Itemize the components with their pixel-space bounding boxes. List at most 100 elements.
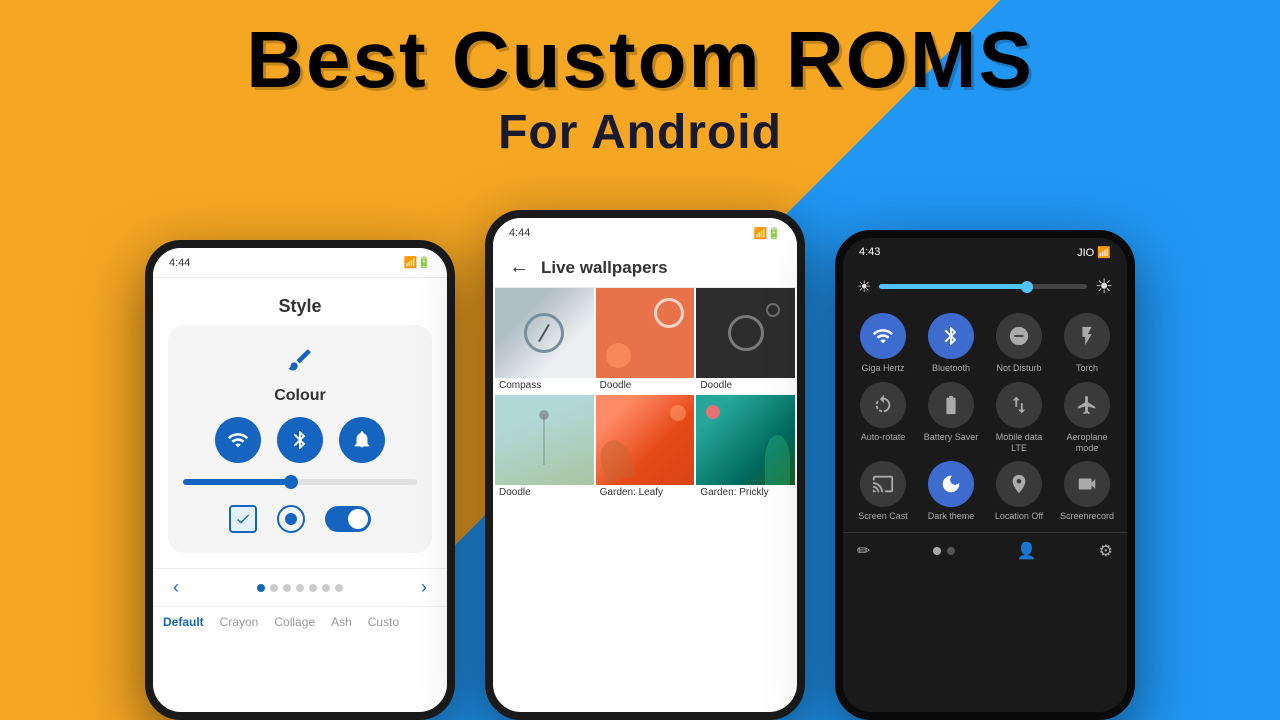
tile-giga-hertz-label: Giga Hertz xyxy=(861,363,904,374)
data-tile-icon xyxy=(996,382,1042,428)
doodle1-label: Doodle xyxy=(596,378,695,393)
wallpaper-grid-container: Compass Doodle Doodle xyxy=(493,288,797,500)
tile-bluetooth-label: Bluetooth xyxy=(932,363,970,374)
doodle-shape1 xyxy=(654,298,684,328)
bluetooth-circle xyxy=(277,417,323,463)
doodle2-label: Doodle xyxy=(696,378,795,393)
nav-prev[interactable]: ‹ xyxy=(173,577,179,598)
wp-compass-thumb xyxy=(495,288,594,378)
dnd-tile-icon xyxy=(996,313,1042,359)
wifi-tile-icon xyxy=(860,313,906,359)
tab-ash[interactable]: Ash xyxy=(331,615,352,629)
wallpaper-header: ← Live wallpapers xyxy=(493,248,797,288)
carrier-label: JIO xyxy=(1077,247,1094,259)
tile-aeroplane[interactable]: Aeroplane mode xyxy=(1057,382,1117,454)
tab-collage[interactable]: Collage xyxy=(274,615,315,629)
time-right: 4:43 xyxy=(859,246,880,258)
phones-container: 4:44 📶🔋 Style Colour xyxy=(0,210,1280,720)
wp-garden-prickly-thumb xyxy=(696,395,795,485)
leaf-shape1 xyxy=(596,437,635,483)
prickly-dot xyxy=(706,405,720,419)
doodle-shape2 xyxy=(606,343,631,368)
radio-icon xyxy=(277,505,305,533)
slider-fill xyxy=(183,479,288,485)
nav-dot-4 xyxy=(296,584,304,592)
phone-right: 4:43 JIO 📶 ☀ ☀ Giga Hertz xyxy=(835,230,1135,720)
style-tabs: Default Crayon Collage Ash Custo xyxy=(153,606,447,637)
wp-doodle2-thumb xyxy=(696,288,795,378)
nav-next[interactable]: › xyxy=(421,577,427,598)
prickly-shape xyxy=(765,435,790,485)
back-button[interactable]: ← xyxy=(509,256,529,279)
tile-battery-saver-label: Battery Saver xyxy=(924,432,979,443)
nav-dot-1 xyxy=(257,584,265,592)
wallpaper-row-2: Doodle Garden: Leafy Garden: P xyxy=(495,395,795,500)
icons-left: 📶🔋 xyxy=(404,256,431,269)
wp-garden-prickly-item[interactable]: Garden: Prickly xyxy=(696,395,795,500)
doodle2-shape2 xyxy=(766,303,780,317)
compass-needle xyxy=(538,324,550,342)
slider-thumb xyxy=(284,475,298,489)
brightness-track[interactable] xyxy=(879,284,1087,289)
tab-crayon[interactable]: Crayon xyxy=(220,615,259,629)
dark-tile-icon xyxy=(928,461,974,507)
tab-default[interactable]: Default xyxy=(163,615,204,629)
rotate-tile-icon xyxy=(860,382,906,428)
carrier-right: JIO 📶 xyxy=(1077,246,1111,259)
nav-dot-2 xyxy=(270,584,278,592)
doodle3-line xyxy=(544,415,545,465)
leaf-dot xyxy=(670,405,686,421)
bottom-dot-1 xyxy=(933,547,941,555)
tile-battery-saver[interactable]: Battery Saver xyxy=(921,382,981,454)
settings-icon[interactable]: ⚙ xyxy=(1099,541,1113,561)
tile-dark-theme[interactable]: Dark theme xyxy=(921,461,981,522)
compass-label: Compass xyxy=(495,378,594,393)
tile-screenrecord[interactable]: Screenrecord xyxy=(1057,461,1117,522)
notification-circle xyxy=(339,417,385,463)
doodle3-label: Doodle xyxy=(495,485,594,500)
tile-location[interactable]: Location Off xyxy=(989,461,1049,522)
tile-cast[interactable]: Screen Cast xyxy=(853,461,913,522)
wp-garden-leafy-item[interactable]: Garden: Leafy xyxy=(596,395,695,500)
tile-dnd[interactable]: Not Disturb xyxy=(989,313,1049,374)
battery-tile-icon xyxy=(928,382,974,428)
tile-mobile-data[interactable]: Mobile data LTE xyxy=(989,382,1049,454)
status-bar-right: 4:43 JIO 📶 xyxy=(843,238,1127,266)
nav-dot-6 xyxy=(322,584,330,592)
tile-dark-theme-label: Dark theme xyxy=(928,511,975,522)
wp-compass-item[interactable]: Compass xyxy=(495,288,594,393)
tile-autorotate[interactable]: Auto-rotate xyxy=(853,382,913,454)
user-icon[interactable]: 👤 xyxy=(1017,541,1037,561)
phone-left: 4:44 📶🔋 Style Colour xyxy=(145,240,455,720)
brightness-high-icon: ☀ xyxy=(1095,274,1113,299)
wp-doodle2-item[interactable]: Doodle xyxy=(696,288,795,393)
wp-doodle3-thumb xyxy=(495,395,594,485)
wp-doodle3-item[interactable]: Doodle xyxy=(495,395,594,500)
tab-custom[interactable]: Custo xyxy=(368,615,399,629)
phone-nav: ‹ › xyxy=(153,568,447,606)
phone-mid: 4:44 📶🔋 ← Live wallpapers Compass xyxy=(485,210,805,720)
time-mid: 4:44 xyxy=(509,227,530,239)
brightness-thumb xyxy=(1021,281,1033,293)
bottom-dots xyxy=(933,547,955,555)
bottom-dot-2 xyxy=(947,547,955,555)
colour-card: Colour xyxy=(168,325,432,553)
edit-icon[interactable]: ✏ xyxy=(857,541,870,561)
tile-cast-label: Screen Cast xyxy=(858,511,908,522)
title-container: Best Custom ROMS For Android xyxy=(0,20,1280,160)
wp-doodle1-item[interactable]: Doodle xyxy=(596,288,695,393)
colour-circles xyxy=(215,417,385,463)
tile-aeroplane-label: Aeroplane mode xyxy=(1057,432,1117,454)
tile-bluetooth[interactable]: Bluetooth xyxy=(921,313,981,374)
checkbox-icon xyxy=(229,505,257,533)
status-bar-mid: 4:44 📶🔋 xyxy=(493,218,797,248)
time-left: 4:44 xyxy=(169,257,190,269)
compass-circle xyxy=(524,313,564,353)
tile-torch[interactable]: Torch xyxy=(1057,313,1117,374)
radio-inner xyxy=(285,513,297,525)
toggle-switch[interactable] xyxy=(325,506,371,532)
tile-giga-hertz[interactable]: Giga Hertz xyxy=(853,313,913,374)
status-bar-left: 4:44 📶🔋 xyxy=(153,248,447,278)
colour-slider[interactable] xyxy=(183,479,417,485)
cast-tile-icon xyxy=(860,461,906,507)
